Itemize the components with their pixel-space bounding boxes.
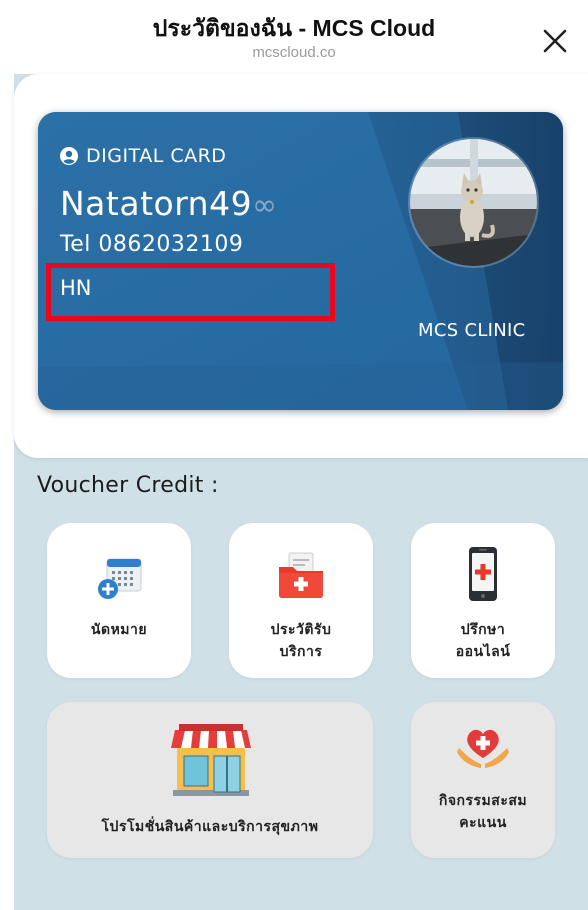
page-title: ประวัติของฉัน - MCS Cloud (152, 15, 436, 41)
tile-service-history-label-2: บริการ (279, 644, 323, 660)
tile-points-activity[interactable]: กิจกรรมสะสม คะแนน (411, 702, 555, 858)
tile-online-consult-label-1: ปรึกษา (460, 622, 506, 638)
avatar (408, 137, 539, 268)
user-circle-icon (60, 147, 78, 165)
heart-hands-icon (457, 729, 509, 768)
close-icon (543, 29, 567, 53)
tile-online-consult-label-2: ออนไลน์ (455, 644, 511, 660)
tile-points-activity-label-1: กิจกรรมสะสม (438, 793, 528, 809)
tile-service-history[interactable]: ประวัติรับ บริการ (229, 523, 373, 678)
close-button[interactable] (540, 26, 570, 56)
medical-folder-icon (279, 552, 323, 598)
digital-card[interactable]: DIGITAL CARD Natatorn49∞ Tel 0862032109 … (38, 112, 563, 410)
member-name-text: Natatorn49 (60, 184, 253, 223)
voucher-title: Voucher Credit : (37, 473, 219, 498)
tile-online-consult[interactable]: ปรึกษา ออนไลน์ (411, 523, 555, 678)
member-tel: Tel 0862032109 (60, 232, 244, 257)
shop-icon (171, 724, 251, 796)
tile-promotions-label: โปรโมชั่นสินค้าและบริการสุขภาพ (101, 819, 319, 835)
tile-appointment-label: นัดหมาย (90, 622, 148, 638)
card-label: DIGITAL CARD (60, 145, 226, 167)
infinity-icon: ∞ (252, 188, 278, 223)
cat-photo (410, 139, 537, 266)
card-label-text: DIGITAL CARD (86, 145, 227, 167)
tile-service-history-label-1: ประวัติรับ (270, 622, 332, 638)
hn-highlight-box (46, 263, 335, 321)
clinic-name: MCS CLINIC (418, 320, 526, 341)
calendar-add-icon (98, 558, 142, 599)
tile-promotions[interactable]: โปรโมชั่นสินค้าและบริการสุขภาพ (47, 702, 373, 858)
top-bar: ประวัติของฉัน - MCS Cloud mcscloud.co (0, 0, 588, 74)
tile-appointment[interactable]: นัดหมาย (47, 523, 191, 678)
member-name: Natatorn49∞ (60, 184, 278, 223)
tile-points-activity-label-2: คะแนน (459, 815, 507, 831)
phone-medical-icon (469, 547, 497, 601)
page-domain: mcscloud.co (252, 44, 336, 61)
